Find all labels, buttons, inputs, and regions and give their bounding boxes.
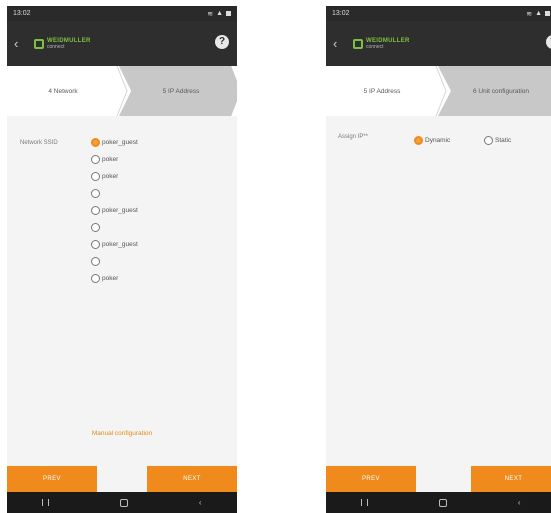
back-nav-icon[interactable]: ‹	[199, 498, 202, 507]
step-current: 4 Network	[48, 87, 78, 95]
phone-screen-network: 13:02 ≋ ▲ ‹ WEIDMULLER connect ? 4 Netwo…	[7, 6, 237, 513]
radio-icon[interactable]	[91, 172, 100, 181]
ip-option-static[interactable]: Static	[484, 136, 511, 145]
status-bar: 13:02 ≋ ▲	[326, 6, 551, 21]
network-option[interactable]: poker_guest	[91, 240, 138, 249]
wizard-steps: 5 IP Address 6 Unit configuration	[326, 66, 551, 116]
radio-icon[interactable]	[91, 155, 100, 164]
radio-icon[interactable]	[91, 189, 100, 198]
status-bar: 13:02 ≋ ▲	[7, 6, 237, 21]
network-option[interactable]: poker	[91, 172, 118, 181]
network-option[interactable]	[91, 257, 102, 266]
back-nav-icon[interactable]: ‹	[518, 498, 521, 507]
wifi-icon: ≋	[207, 10, 214, 18]
field-label-ssid: Network SSID	[20, 140, 58, 146]
back-arrow-icon[interactable]: ‹	[333, 36, 347, 51]
radio-icon[interactable]	[91, 223, 100, 232]
help-icon[interactable]: ?	[546, 35, 551, 49]
wifi-icon: ≋	[526, 10, 533, 18]
signal-icon: ▲	[216, 10, 223, 17]
app-logo: WEIDMULLER connect	[353, 38, 410, 50]
home-icon[interactable]	[439, 498, 448, 507]
radio-checked-icon[interactable]	[414, 136, 423, 145]
phone-screen-ip-address: 13:02 ≋ ▲ ‹ WEIDMULLER connect ? 5 IP Ad…	[326, 6, 551, 513]
home-icon[interactable]	[120, 498, 129, 507]
radio-checked-icon[interactable]	[91, 138, 100, 147]
battery-icon	[545, 11, 550, 16]
app-bar: ‹ WEIDMULLER connect ?	[326, 21, 551, 66]
network-option[interactable]: poker	[91, 274, 118, 283]
next-button[interactable]: NEXT	[471, 466, 551, 492]
wizard-steps: 4 Network 5 IP Address	[7, 66, 237, 116]
logo-line2: connect	[47, 43, 65, 50]
recent-apps-icon[interactable]	[361, 499, 369, 506]
system-nav-bar: ‹	[7, 492, 237, 513]
radio-icon[interactable]	[91, 274, 100, 283]
app-bar: ‹ WEIDMULLER connect ?	[7, 21, 237, 66]
status-time: 13:02	[13, 10, 31, 17]
radio-icon[interactable]	[484, 136, 493, 145]
next-button[interactable]: NEXT	[147, 466, 237, 492]
step-next[interactable]: 6 Unit configuration	[446, 66, 551, 116]
status-time: 13:02	[332, 10, 350, 17]
app-logo: WEIDMULLER connect	[34, 38, 91, 50]
help-icon[interactable]: ?	[215, 35, 229, 49]
logo-line2: connect	[366, 43, 384, 50]
network-option[interactable]	[91, 189, 102, 198]
radio-icon[interactable]	[91, 206, 100, 215]
ip-option-dynamic[interactable]: Dynamic	[414, 136, 450, 145]
manual-configuration-link[interactable]: Manual configuration	[7, 430, 237, 437]
step-next[interactable]: 5 IP Address	[125, 66, 237, 116]
back-arrow-icon[interactable]: ‹	[14, 36, 28, 51]
field-label-assign-ip: Assign IP**	[338, 134, 369, 140]
network-option[interactable]	[91, 223, 102, 232]
recent-apps-icon[interactable]	[42, 499, 50, 506]
radio-icon[interactable]	[91, 240, 100, 249]
signal-icon: ▲	[535, 10, 542, 17]
network-option[interactable]: poker_guest	[91, 138, 138, 147]
network-option[interactable]: poker_guest	[91, 206, 138, 215]
logo-mark-icon	[353, 38, 363, 49]
logo-mark-icon	[34, 38, 44, 49]
prev-button[interactable]: PREV	[326, 466, 416, 492]
system-nav-bar: ‹	[326, 492, 551, 513]
radio-icon[interactable]	[91, 257, 100, 266]
battery-icon	[226, 11, 231, 16]
step-current: 5 IP Address	[363, 87, 401, 95]
prev-button[interactable]: PREV	[7, 466, 97, 492]
network-option[interactable]: poker	[91, 155, 118, 164]
